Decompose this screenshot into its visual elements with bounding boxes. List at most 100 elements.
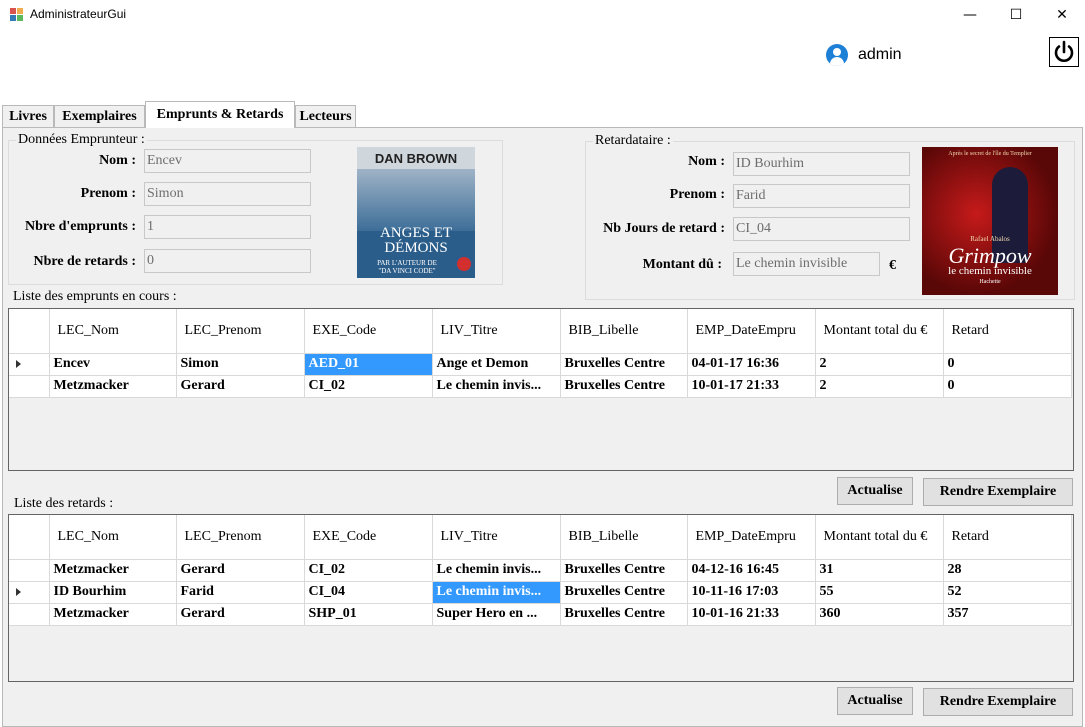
col-header-lec-nom[interactable]: LEC_Nom — [49, 515, 177, 560]
prenom-label: Prenom : — [80, 186, 136, 201]
retard-prenom-label: Prenom : — [669, 187, 725, 202]
col-header-retard[interactable]: Retard — [943, 515, 1072, 560]
cell-bib-libelle[interactable]: Bruxelles Centre — [560, 603, 688, 626]
cover2-top-text: Après le secret de l'île du Templier — [948, 151, 1032, 157]
cell-exe-code[interactable]: CI_02 — [304, 559, 433, 582]
col-header-exe-code[interactable]: EXE_Code — [304, 309, 433, 354]
retards-grid[interactable]: LEC_Nom LEC_Prenom EXE_Code LIV_Titre BI… — [8, 514, 1074, 682]
cell-emp-date[interactable]: 10-01-16 21:33 — [687, 603, 816, 626]
cell-exe-code[interactable]: AED_01 — [304, 353, 433, 376]
rendre-exemplaire-retards-button[interactable]: Rendre Exemplaire — [923, 688, 1073, 716]
close-button[interactable]: ✕ — [1039, 0, 1085, 30]
jours-retard-field[interactable]: CI_04 — [733, 217, 910, 241]
cover-subtitle-line2: "DA VINCI CODE" — [378, 267, 436, 275]
cell-montant[interactable]: 55 — [815, 581, 944, 604]
table-row[interactable]: ID Bourhim Farid CI_04 Le chemin invis..… — [9, 581, 1072, 604]
book-cover-anges-demons: DAN BROWN ANGES ET DÉMONS PAR L'AUTEUR D… — [357, 147, 475, 278]
cover2-author: Rafael Abalos — [970, 235, 1010, 243]
retard-nom-label: Nom : — [688, 154, 725, 169]
cell-lec-prenom[interactable]: Gerard — [176, 375, 305, 398]
user-icon — [826, 44, 848, 66]
col-header-lec-prenom[interactable]: LEC_Prenom — [176, 309, 305, 354]
nbre-emprunts-field[interactable]: 1 — [144, 215, 311, 239]
emprunteur-nom-field[interactable]: Encev — [144, 149, 311, 173]
cell-montant[interactable]: 2 — [815, 375, 944, 398]
table-row[interactable]: Metzmacker Gerard SHP_01 Super Hero en .… — [9, 603, 1072, 626]
cell-lec-nom[interactable]: Metzmacker — [49, 603, 177, 626]
retards-list-label: Liste des retards : — [14, 496, 114, 511]
cell-retard[interactable]: 357 — [943, 603, 1072, 626]
cell-lec-prenom[interactable]: Farid — [176, 581, 305, 604]
emprunteur-prenom-field[interactable]: Simon — [144, 182, 311, 206]
cell-liv-titre[interactable]: Le chemin invis... — [432, 375, 561, 398]
table-row[interactable]: Metzmacker Gerard CI_02 Le chemin invis.… — [9, 375, 1072, 398]
tab-emprunts-retards[interactable]: Emprunts & Retards — [145, 101, 295, 128]
cell-retard[interactable]: 52 — [943, 581, 1072, 604]
cell-lec-nom[interactable]: ID Bourhim — [49, 581, 177, 604]
cell-bib-libelle[interactable]: Bruxelles Centre — [560, 559, 688, 582]
col-header-liv-titre[interactable]: LIV_Titre — [432, 515, 561, 560]
cell-lec-nom[interactable]: Encev — [49, 353, 177, 376]
cell-montant[interactable]: 360 — [815, 603, 944, 626]
col-header-lec-nom[interactable]: LEC_Nom — [49, 309, 177, 354]
cell-emp-date[interactable]: 10-11-16 17:03 — [687, 581, 816, 604]
montant-field[interactable]: Le chemin invisible — [733, 252, 880, 276]
cell-liv-titre[interactable]: Super Hero en ... — [432, 603, 561, 626]
cell-bib-libelle[interactable]: Bruxelles Centre — [560, 375, 688, 398]
retard-nom-field[interactable]: ID Bourhim — [733, 152, 910, 176]
cell-montant[interactable]: 31 — [815, 559, 944, 582]
maximize-button[interactable]: ☐ — [993, 0, 1039, 30]
emprunts-grid[interactable]: LEC_Nom LEC_Prenom EXE_Code LIV_Titre BI… — [8, 308, 1074, 471]
cell-bib-libelle[interactable]: Bruxelles Centre — [560, 581, 688, 604]
retard-prenom-field[interactable]: Farid — [733, 184, 910, 208]
cell-emp-date[interactable]: 10-01-17 21:33 — [687, 375, 816, 398]
cell-liv-titre[interactable]: Le chemin invis... — [432, 581, 561, 604]
nom-label: Nom : — [99, 153, 136, 168]
table-row[interactable]: Metzmacker Gerard CI_02 Le chemin invis.… — [9, 559, 1072, 582]
row-selector[interactable] — [9, 353, 50, 376]
cell-lec-nom[interactable]: Metzmacker — [49, 375, 177, 398]
table-row[interactable]: Encev Simon AED_01 Ange et Demon Bruxell… — [9, 353, 1072, 376]
cell-exe-code[interactable]: SHP_01 — [304, 603, 433, 626]
row-selector[interactable] — [9, 603, 50, 626]
tab-lecteurs[interactable]: Lecteurs — [295, 105, 356, 127]
col-header-emp-date[interactable]: EMP_DateEmpru — [687, 515, 816, 560]
cell-exe-code[interactable]: CI_02 — [304, 375, 433, 398]
cover-title-line2: DÉMONS — [384, 240, 448, 256]
row-selector[interactable] — [9, 559, 50, 582]
col-header-bib-libelle[interactable]: BIB_Libelle — [560, 309, 688, 354]
cell-lec-prenom[interactable]: Gerard — [176, 559, 305, 582]
cell-retard[interactable]: 0 — [943, 375, 1072, 398]
row-selector[interactable] — [9, 581, 50, 604]
col-header-bib-libelle[interactable]: BIB_Libelle — [560, 515, 688, 560]
col-header-liv-titre[interactable]: LIV_Titre — [432, 309, 561, 354]
cell-emp-date[interactable]: 04-01-17 16:36 — [687, 353, 816, 376]
cell-liv-titre[interactable]: Le chemin invis... — [432, 559, 561, 582]
cell-lec-prenom[interactable]: Simon — [176, 353, 305, 376]
row-selector[interactable] — [9, 375, 50, 398]
cell-lec-prenom[interactable]: Gerard — [176, 603, 305, 626]
actualise-retards-button[interactable]: Actualise — [837, 687, 913, 715]
tab-exemplaires[interactable]: Exemplaires — [54, 105, 145, 127]
actualise-emprunts-button[interactable]: Actualise — [837, 477, 913, 505]
col-header-exe-code[interactable]: EXE_Code — [304, 515, 433, 560]
col-header-montant[interactable]: Montant total du € — [815, 309, 944, 354]
cell-exe-code[interactable]: CI_04 — [304, 581, 433, 604]
col-header-lec-prenom[interactable]: LEC_Prenom — [176, 515, 305, 560]
nbre-retards-field[interactable]: 0 — [144, 249, 311, 273]
cell-lec-nom[interactable]: Metzmacker — [49, 559, 177, 582]
app-icon — [10, 8, 24, 22]
tab-livres[interactable]: Livres — [2, 105, 54, 127]
cell-retard[interactable]: 28 — [943, 559, 1072, 582]
col-header-montant[interactable]: Montant total du € — [815, 515, 944, 560]
minimize-button[interactable]: — — [947, 0, 993, 30]
cell-retard[interactable]: 0 — [943, 353, 1072, 376]
cell-montant[interactable]: 2 — [815, 353, 944, 376]
rendre-exemplaire-emprunts-button[interactable]: Rendre Exemplaire — [923, 478, 1073, 506]
col-header-retard[interactable]: Retard — [943, 309, 1072, 354]
col-header-emp-date[interactable]: EMP_DateEmpru — [687, 309, 816, 354]
cell-liv-titre[interactable]: Ange et Demon — [432, 353, 561, 376]
power-button[interactable] — [1049, 37, 1079, 67]
cell-bib-libelle[interactable]: Bruxelles Centre — [560, 353, 688, 376]
cell-emp-date[interactable]: 04-12-16 16:45 — [687, 559, 816, 582]
